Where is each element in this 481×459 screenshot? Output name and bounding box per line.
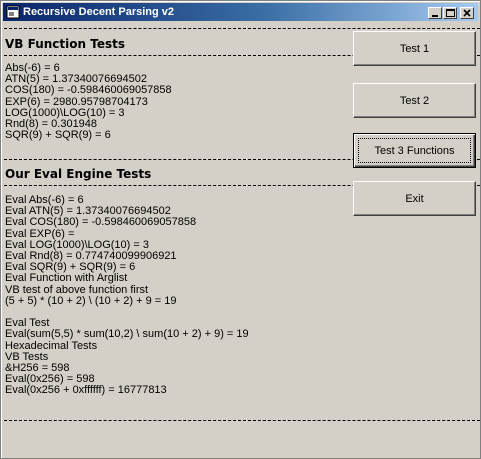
exit-button[interactable]: Exit	[353, 181, 476, 216]
eval-line: Eval Function with Arglist	[5, 272, 128, 285]
eval-engine-tests-header: Our Eval Engine Tests	[5, 167, 152, 181]
vb-results: Abs(-6) = 6 ATN(5) = 1.37340076694502 COS(…	[5, 62, 172, 142]
maximize-icon	[446, 9, 455, 17]
eval-line: Eval(sum(5,5) * sum(10,2) \ sum(10 + 2) …	[5, 328, 249, 341]
app-icon	[6, 5, 20, 19]
separator-top	[4, 28, 480, 29]
eval-line: (5 + 5) * (10 + 2) \ (10 + 2) + 9 = 19	[5, 294, 177, 307]
test-1-label: Test 1	[399, 42, 430, 55]
output-area: VB Function Tests Abs(-6) = 6 ATN(5) = 1.…	[4, 24, 480, 456]
exit-label: Exit	[405, 192, 424, 205]
eval-line: Eval COS(180) = -0.598460069057858	[5, 216, 197, 229]
test-3-functions-button[interactable]: Test 3 Functions	[353, 133, 476, 168]
maximize-button[interactable]	[443, 7, 457, 19]
test-2-button[interactable]: Test 2	[353, 83, 476, 118]
vb-line: COS(180) = -0.598460069057858	[5, 84, 172, 97]
test-1-button[interactable]: Test 1	[353, 31, 476, 66]
close-button[interactable]	[460, 7, 474, 19]
vb-line: SQR(9) + SQR(9) = 6	[5, 129, 111, 142]
window-title: Recursive Decent Parsing v2	[23, 6, 175, 18]
minimize-icon	[432, 15, 438, 17]
app-window: Recursive Decent Parsing v2 VB Function …	[0, 0, 481, 459]
minimize-button[interactable]	[428, 7, 442, 19]
separator-bottom	[4, 420, 480, 421]
title-bar[interactable]: Recursive Decent Parsing v2	[3, 3, 478, 21]
test-2-label: Test 2	[399, 94, 430, 107]
test-3-label: Test 3 Functions	[374, 144, 455, 157]
vb-function-tests-header: VB Function Tests	[5, 37, 125, 51]
eval-line: Eval(0x256 + 0xffffff) = 16777813	[5, 384, 167, 397]
eval-results: Eval Abs(-6) = 6 Eval ATN(5) = 1.37340076…	[5, 194, 249, 397]
close-icon	[463, 9, 471, 17]
